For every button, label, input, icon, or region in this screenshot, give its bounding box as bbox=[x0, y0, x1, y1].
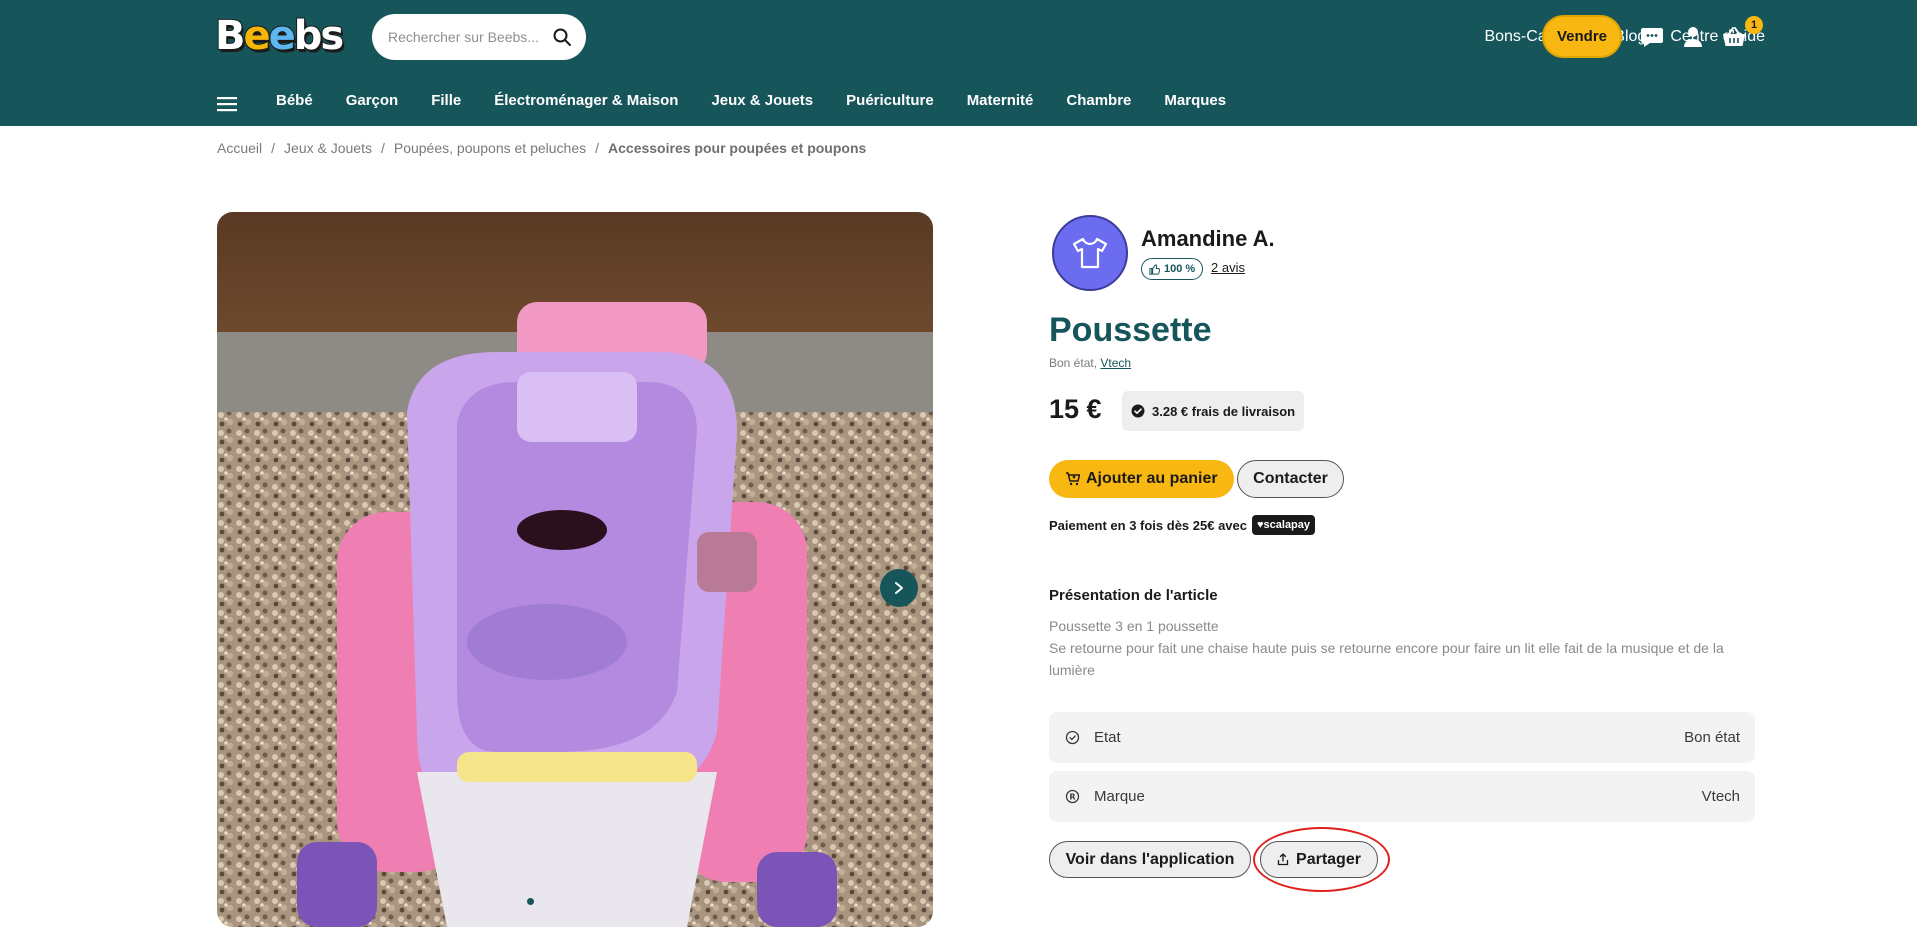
category-nav: Bébé Garçon Fille Électroménager & Maiso… bbox=[0, 84, 1917, 124]
breadcrumb-separator: / bbox=[380, 140, 385, 156]
installment-payment-info: Paiement en 3 fois dès 25€ avec ♥scalapa… bbox=[1049, 515, 1316, 535]
registered-icon: R bbox=[1065, 789, 1080, 804]
attribute-value: Vtech bbox=[1701, 788, 1740, 805]
search-icon[interactable] bbox=[552, 27, 572, 47]
nav-item-garcon[interactable]: Garçon bbox=[346, 92, 399, 109]
view-in-app-button[interactable]: Voir dans l'application bbox=[1049, 841, 1251, 878]
next-image-button[interactable] bbox=[880, 569, 918, 607]
beebs-logo[interactable]: Beebs bbox=[214, 12, 345, 60]
attribute-row-condition: Etat Bon état bbox=[1049, 712, 1755, 763]
logo-text: Beebs bbox=[214, 12, 345, 60]
nav-item-chambre[interactable]: Chambre bbox=[1066, 92, 1131, 109]
scalapay-label: scalapay bbox=[1263, 519, 1311, 531]
shipping-text: 3.28 € frais de livraison bbox=[1152, 403, 1296, 419]
product-condition-brand: Bon état, Vtech bbox=[1049, 356, 1131, 370]
description-line: Poussette 3 en 1 poussette bbox=[1049, 618, 1219, 634]
cart-count-badge: 1 bbox=[1745, 16, 1763, 34]
nav-item-bebe[interactable]: Bébé bbox=[276, 92, 313, 109]
nav-item-electromenager[interactable]: Électroménager & Maison bbox=[494, 92, 678, 109]
breadcrumb-separator: / bbox=[271, 140, 276, 156]
chevron-right-icon bbox=[895, 582, 903, 594]
breadcrumb: Accueil / Jeux & Jouets / Poupées, poupo… bbox=[217, 140, 866, 156]
chat-icon[interactable] bbox=[1638, 24, 1666, 50]
seller-rating-badge: 100 % bbox=[1141, 258, 1204, 280]
cart-plus-icon bbox=[1066, 472, 1080, 486]
highlight-annotation bbox=[1253, 827, 1390, 892]
product-price: 15 € bbox=[1049, 394, 1102, 424]
sell-button[interactable]: Vendre bbox=[1542, 15, 1622, 58]
breadcrumb-item[interactable]: Poupées, poupons et peluches bbox=[394, 140, 586, 156]
seller-avatar[interactable] bbox=[1052, 215, 1128, 291]
nav-item-jeux-jouets[interactable]: Jeux & Jouets bbox=[711, 92, 813, 109]
product-title: Poussette bbox=[1049, 311, 1212, 349]
check-circle-icon bbox=[1131, 404, 1145, 418]
seller-name[interactable]: Amandine A. bbox=[1141, 226, 1275, 252]
add-to-cart-button[interactable]: Ajouter au panier bbox=[1049, 460, 1234, 498]
breadcrumb-current: Accessoires pour poupées et poupons bbox=[608, 140, 867, 156]
attribute-row-brand: R Marque Vtech bbox=[1049, 771, 1755, 822]
breadcrumb-item[interactable]: Jeux & Jouets bbox=[284, 140, 372, 156]
thumbs-up-icon bbox=[1149, 263, 1160, 275]
product-description: Poussette 3 en 1 poussette Se retourne p… bbox=[1049, 615, 1749, 681]
seller-rating: 100 % bbox=[1164, 263, 1196, 275]
check-badge-icon bbox=[1065, 730, 1080, 745]
installment-text: Paiement en 3 fois dès 25€ avec bbox=[1049, 517, 1247, 533]
tshirt-icon bbox=[1072, 237, 1108, 269]
nav-item-puericulture[interactable]: Puériculture bbox=[846, 92, 934, 109]
shipping-badge: 3.28 € frais de livraison bbox=[1122, 391, 1305, 431]
breadcrumb-item[interactable]: Accueil bbox=[217, 140, 262, 156]
search-input[interactable]: Rechercher sur Beebs... bbox=[372, 14, 586, 60]
carousel-dot[interactable] bbox=[527, 898, 534, 905]
product-brand-link[interactable]: Vtech bbox=[1100, 356, 1131, 370]
user-icon[interactable] bbox=[1679, 24, 1707, 50]
breadcrumb-separator: / bbox=[595, 140, 600, 156]
attribute-value: Bon état bbox=[1684, 729, 1740, 746]
description-heading: Présentation de l'article bbox=[1049, 587, 1218, 604]
scalapay-logo: ♥scalapay bbox=[1252, 515, 1316, 535]
seller-reviews-link[interactable]: 2 avis bbox=[1211, 260, 1245, 275]
add-to-cart-label: Ajouter au panier bbox=[1086, 470, 1218, 487]
contact-button[interactable]: Contacter bbox=[1237, 460, 1344, 498]
product-image[interactable] bbox=[217, 212, 933, 927]
attribute-label: Etat bbox=[1094, 729, 1121, 746]
cart-icon[interactable] bbox=[1720, 24, 1748, 50]
attribute-label: Marque bbox=[1094, 788, 1145, 805]
nav-item-fille[interactable]: Fille bbox=[431, 92, 461, 109]
description-line: Se retourne pour fait une chaise haute p… bbox=[1049, 640, 1724, 678]
svg-text:R: R bbox=[1069, 793, 1075, 802]
site-header: Beebs Rechercher sur Beebs... Bons-Cadea… bbox=[0, 0, 1917, 126]
nav-item-marques[interactable]: Marques bbox=[1164, 92, 1226, 109]
nav-item-maternite[interactable]: Maternité bbox=[967, 92, 1034, 109]
search-placeholder: Rechercher sur Beebs... bbox=[388, 29, 539, 45]
product-condition: Bon état, bbox=[1049, 356, 1098, 370]
menu-icon[interactable] bbox=[217, 96, 237, 112]
